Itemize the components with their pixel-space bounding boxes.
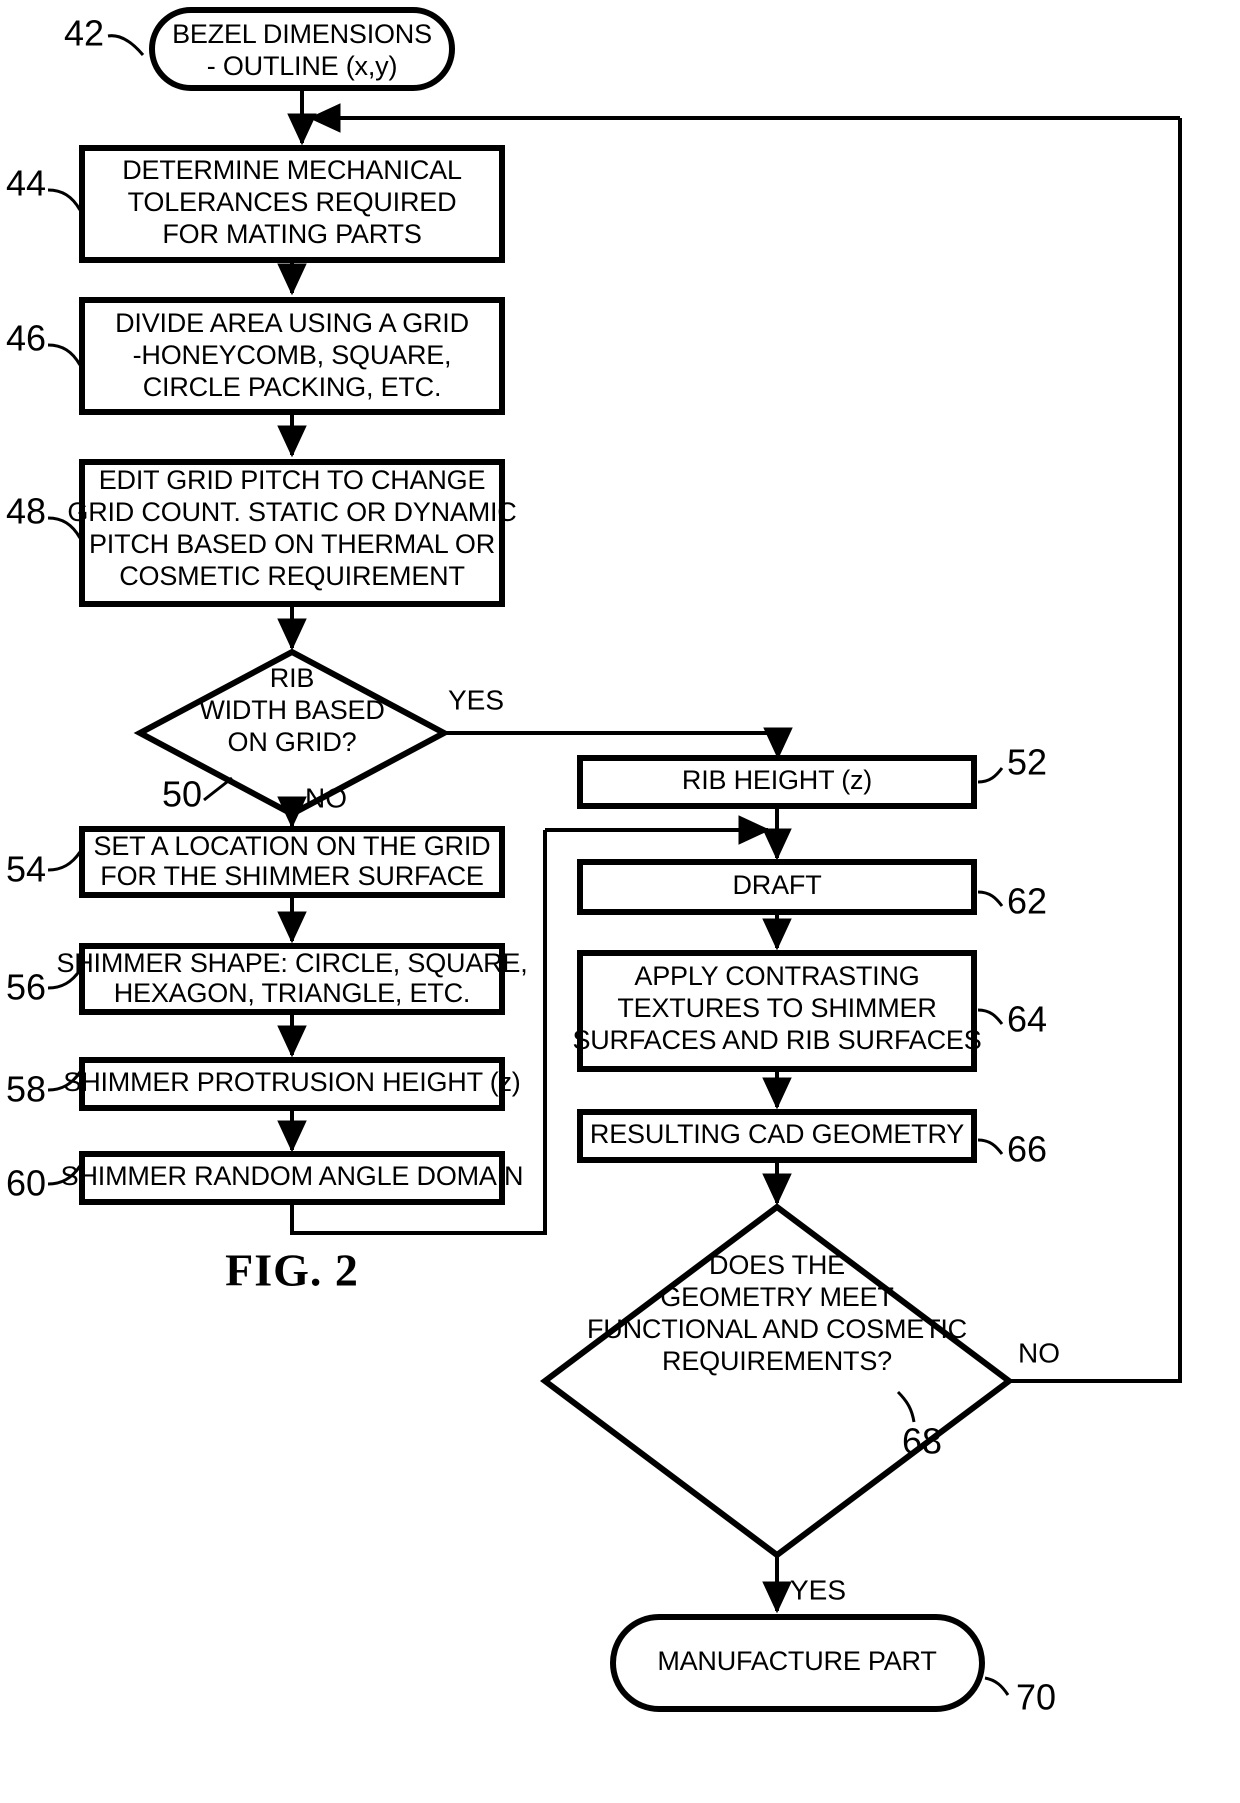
node-48: EDIT GRID PITCH TO CHANGE GRID COUNT. ST… <box>6 459 517 607</box>
patent-figure: BEZEL DIMENSIONS - OUTLINE (x,y) 42 DETE… <box>0 0 1240 1803</box>
edge-50-yes-52 <box>444 727 793 760</box>
node-70: MANUFACTURE PART 70 <box>610 1614 1056 1718</box>
ref-52: 52 <box>1007 742 1047 783</box>
node-62-line-0: DRAFT <box>733 870 822 900</box>
node-64-line-1: TEXTURES TO SHIMMER <box>617 993 936 1023</box>
ref-44: 44 <box>6 163 46 204</box>
node-64: APPLY CONTRASTING TEXTURES TO SHIMMER SU… <box>572 950 1047 1072</box>
ref-64: 64 <box>1007 999 1047 1040</box>
node-52-line-0: RIB HEIGHT (z) <box>682 765 872 795</box>
node-46-leader <box>47 343 82 366</box>
node-56-line-1: HEXAGON, TRIANGLE, ETC. <box>114 978 470 1008</box>
node-46-line-0: DIVIDE AREA USING A GRID <box>115 308 469 338</box>
figure-caption: FIG. 2 <box>225 1245 359 1296</box>
node-42-line-0: BEZEL DIMENSIONS <box>172 19 432 49</box>
node-44-line-0: DETERMINE MECHANICAL <box>122 155 462 185</box>
node-50-line-1: WIDTH BASED <box>199 695 384 725</box>
flowchart-canvas: BEZEL DIMENSIONS - OUTLINE (x,y) 42 DETE… <box>6 7 1182 1718</box>
node-42-leader <box>107 34 145 56</box>
ref-68: 68 <box>902 1421 942 1462</box>
ref-46: 46 <box>6 318 46 359</box>
node-50-line-0: RIB <box>270 663 314 693</box>
node-68-line-1: GEOMETRY MEET <box>660 1282 893 1312</box>
ref-70: 70 <box>1016 1677 1056 1718</box>
node-68: DOES THE GEOMETRY MEET FUNCTIONAL AND CO… <box>540 1203 1014 1559</box>
ref-62: 62 <box>1007 881 1047 922</box>
node-46: DIVIDE AREA USING A GRID -HONEYCOMB, SQU… <box>6 297 505 415</box>
node-60-line-0: SHIMMER RANDOM ANGLE DOMAIN <box>61 1161 524 1191</box>
node-66-leader <box>977 1138 1004 1155</box>
node-56: SHIMMER SHAPE: CIRCLE, SQUARE, HEXAGON, … <box>6 943 528 1015</box>
node-68-line-2: FUNCTIONAL AND COSMETIC <box>587 1314 967 1344</box>
edge-label-no-geom: NO <box>1018 1337 1060 1368</box>
node-54: SET A LOCATION ON THE GRID FOR THE SHIMM… <box>6 826 505 898</box>
node-42-line-1: - OUTLINE (x,y) <box>207 51 398 81</box>
node-66: RESULTING CAD GEOMETRY 66 <box>577 1109 1047 1170</box>
node-58-line-0: SHIMMER PROTRUSION HEIGHT (z) <box>63 1067 520 1097</box>
node-56-line-0: SHIMMER SHAPE: CIRCLE, SQUARE, <box>56 948 527 978</box>
ref-54: 54 <box>6 849 46 890</box>
node-48-line-3: COSMETIC REQUIREMENT <box>119 561 465 591</box>
node-52-leader <box>977 767 1004 784</box>
node-64-leader <box>977 1008 1004 1025</box>
node-58: SHIMMER PROTRUSION HEIGHT (z) 58 <box>6 1057 521 1111</box>
edge-label-yes-geom: YES <box>790 1574 846 1605</box>
node-44-line-2: FOR MATING PARTS <box>162 219 421 249</box>
ref-58: 58 <box>6 1069 46 1110</box>
node-52: RIB HEIGHT (z) 52 <box>577 742 1047 809</box>
node-70-leader <box>984 1676 1010 1696</box>
node-44-line-1: TOLERANCES REQUIRED <box>128 187 457 217</box>
node-54-line-1: FOR THE SHIMMER SURFACE <box>100 861 483 891</box>
ref-66: 66 <box>1007 1129 1047 1170</box>
node-54-leader <box>47 851 82 872</box>
node-48-line-2: PITCH BASED ON THERMAL OR <box>89 529 495 559</box>
node-46-line-1: -HONEYCOMB, SQUARE, <box>133 340 452 370</box>
node-44: DETERMINE MECHANICAL TOLERANCES REQUIRED… <box>6 145 505 263</box>
node-50-leader <box>203 776 233 802</box>
node-50: RIB WIDTH BASED ON GRID? 50 <box>133 648 451 818</box>
node-60: SHIMMER RANDOM ANGLE DOMAIN 60 <box>6 1151 524 1205</box>
edge-label-yes-rib: YES <box>448 684 504 715</box>
node-48-line-0: EDIT GRID PITCH TO CHANGE <box>99 465 486 495</box>
node-50-line-2: ON GRID? <box>228 727 357 757</box>
node-68-line-3: REQUIREMENTS? <box>662 1346 892 1376</box>
node-64-line-0: APPLY CONTRASTING <box>634 961 919 991</box>
node-42: BEZEL DIMENSIONS - OUTLINE (x,y) 42 <box>64 7 455 91</box>
node-48-line-1: GRID COUNT. STATIC OR DYNAMIC <box>67 497 516 527</box>
node-44-leader <box>47 188 82 211</box>
node-68-line-0: DOES THE <box>709 1250 845 1280</box>
edge-label-no-rib: NO <box>305 782 347 813</box>
ref-42: 42 <box>64 13 104 54</box>
node-70-line-0: MANUFACTURE PART <box>657 1646 936 1676</box>
ref-50: 50 <box>162 774 202 815</box>
ref-60: 60 <box>6 1163 46 1204</box>
ref-56: 56 <box>6 967 46 1008</box>
node-54-line-0: SET A LOCATION ON THE GRID <box>94 831 491 861</box>
ref-48: 48 <box>6 491 46 532</box>
node-66-line-0: RESULTING CAD GEOMETRY <box>590 1119 964 1149</box>
node-62: DRAFT 62 <box>577 859 1047 922</box>
node-62-leader <box>977 890 1004 907</box>
node-64-line-2: SURFACES AND RIB SURFACES <box>572 1025 981 1055</box>
node-46-line-2: CIRCLE PACKING, ETC. <box>143 372 442 402</box>
